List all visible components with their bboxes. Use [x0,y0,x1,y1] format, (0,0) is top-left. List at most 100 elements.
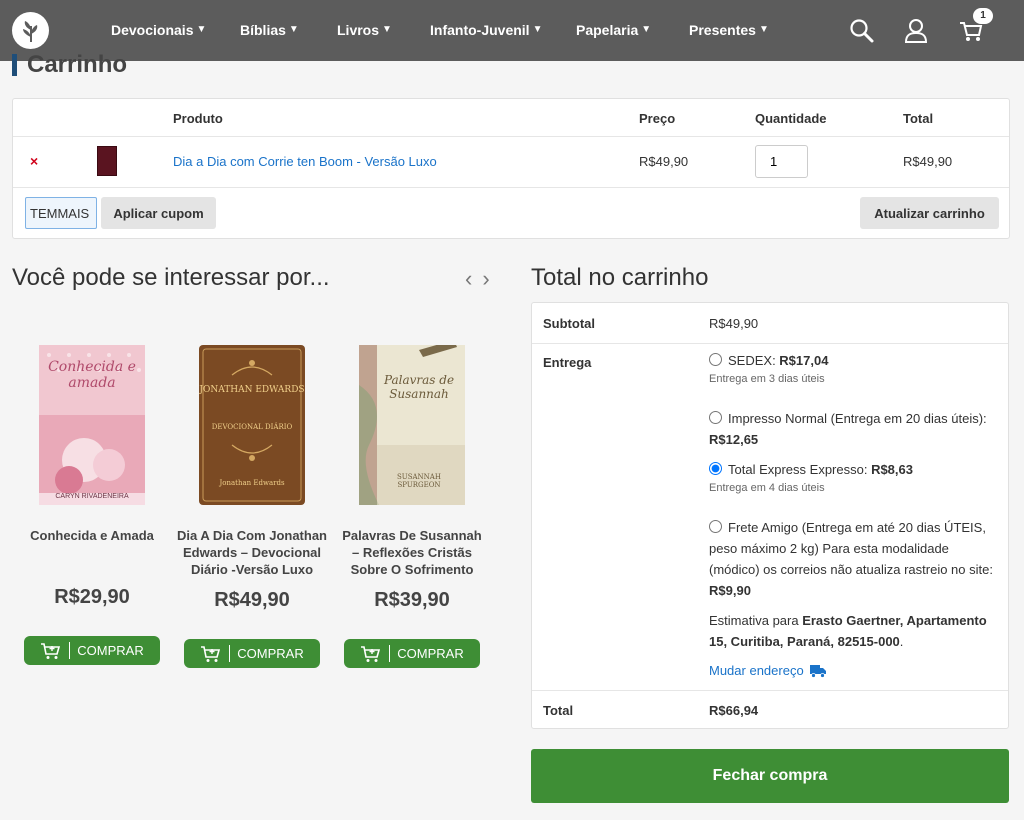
buy-button[interactable]: COMPRAR [344,639,480,668]
recommendation-name[interactable]: Dia A Dia Com Jonathan Edwards – Devocio… [177,527,327,578]
cart-plus-icon [361,645,381,662]
shipping-option-total-express[interactable]: Total Express Expresso: R$8,63 Entrega e… [709,459,999,496]
chevron-down-icon: ▼ [641,23,652,35]
book-cover-title: JONATHAN EDWARDS [199,385,305,395]
recommendation-card: Palavras de Susannah SUSANNAH SPURGEON P… [337,345,487,675]
row-divider [532,690,1008,691]
col-quantity: Quantidade [755,111,827,126]
nav-livros[interactable]: Livros ▼ [337,22,392,38]
buy-button-label: COMPRAR [397,646,464,661]
quantity-input[interactable] [755,145,808,178]
truck-icon [809,664,826,678]
shipping-option-price: R$12,65 [709,432,759,447]
cart-table-header: Produto Preço Quantidade Total [13,99,1009,137]
update-cart-button[interactable]: Atualizar carrinho [860,197,999,229]
product-thumbnail[interactable] [97,146,117,176]
cart-totals-box: Subtotal R$49,90 Entrega SEDEX: R$17,04 … [531,302,1009,729]
shipping-estimate: Estimativa para Erasto Gaertner, Apartam… [709,610,999,652]
book-cover-author: Jonathan Edwards [219,479,285,487]
recommendation-name[interactable]: Palavras De Susannah – Reflexões Cristãs… [337,527,487,578]
shipping-radio-impresso-normal[interactable] [709,411,722,424]
nav-biblias[interactable]: Bíblias ▼ [240,22,299,38]
total-label: Total [543,703,574,718]
page-title: Carrinho [12,50,127,80]
top-navigation-bar: Devocionais ▼ Bíblias ▼ Livros ▼ Infanto-Ju… [0,0,1024,61]
recommendation-price: R$29,90 [54,586,130,608]
book-cover-image[interactable]: Conhecida e amada CARYN RIVADENEIRA [39,345,145,505]
book-cover-subtitle: DEVOCIONAL DIÁRIO [211,423,293,431]
shipping-label: Entrega [543,355,592,370]
nav-label: Livros [337,22,380,38]
chevron-down-icon: ▼ [288,23,299,35]
shipping-option-text: Frete Amigo (Entrega em até 20 dias ÚTEI… [709,520,993,577]
remove-item-button[interactable]: × [30,153,38,169]
chevron-down-icon: ▼ [532,23,543,35]
nav-label: Infanto-Juvenil [430,22,530,38]
shipping-option-text: Total Express Expresso: [728,462,872,477]
carousel-arrows: ‹ › [465,266,490,292]
apply-coupon-button[interactable]: Aplicar cupom [101,197,216,229]
book-cover-image[interactable]: Palavras de Susannah SUSANNAH SPURGEON [359,345,465,505]
item-total: R$49,90 [903,154,953,169]
buy-button[interactable]: COMPRAR [184,639,320,668]
recommendation-card: Conhecida e amada CARYN RIVADENEIRA Conh… [17,345,167,675]
nav-presentes[interactable]: Presentes ▼ [689,22,769,38]
recommendations-title: Você pode se interessar por... [12,264,330,291]
nav-label: Bíblias [240,22,286,38]
book-cover-title: Conhecida e amada [48,359,136,391]
chevron-down-icon: ▼ [196,23,207,35]
col-product: Produto [173,111,223,126]
total-value: R$66,94 [709,703,759,718]
user-icon[interactable] [903,18,929,44]
carousel-next-icon[interactable]: › [482,266,489,292]
book-cover-author: CARYN RIVADENEIRA [55,493,129,500]
change-address-label: Mudar endereço [709,663,804,678]
buy-button-label: COMPRAR [77,643,144,658]
cart-plus-icon [201,645,221,662]
buy-button[interactable]: COMPRAR [24,636,160,665]
cart-totals-title: Total no carrinho [531,264,709,291]
nav-label: Papelaria [576,22,639,38]
nav-papelaria[interactable]: Papelaria ▼ [576,22,651,38]
shipping-option-text: SEDEX: [728,353,780,368]
shipping-option-note: Entrega em 3 dias úteis [709,373,825,385]
buy-button-separator [389,645,391,662]
shipping-option-price: R$17,04 [779,353,829,368]
page-title-text: Carrinho [27,51,128,78]
shipping-option-frete-amigo[interactable]: Frete Amigo (Entrega em até 20 dias ÚTEI… [709,517,999,601]
shipping-option-sedex[interactable]: SEDEX: R$17,04 Entrega em 3 dias úteis [709,350,999,387]
shipping-radio-sedex[interactable] [709,353,722,366]
book-cover-image[interactable]: JONATHAN EDWARDS DEVOCIONAL DIÁRIO Jonat… [199,345,305,505]
shipping-option-price: R$8,63 [871,462,913,477]
book-cover-title: Palavras de Susannah [383,373,455,401]
shipping-radio-frete-amigo[interactable] [709,520,722,533]
cart-plus-icon [41,642,61,659]
subtotal-label: Subtotal [543,316,595,331]
buy-button-separator [69,642,71,659]
chevron-down-icon: ▼ [758,23,769,35]
buy-button-label: COMPRAR [237,646,304,661]
coupon-input[interactable] [25,197,97,229]
chevron-down-icon: ▼ [382,23,392,35]
search-icon[interactable] [849,18,875,44]
cart-item-row: × Dia a Dia com Corrie ten Boom - Versão… [13,137,1009,188]
book-cover-author: SUSANNAH SPURGEON [397,473,441,489]
shipping-option-impresso-normal[interactable]: Impresso Normal (Entrega em 20 dias útei… [709,408,999,450]
recommendation-card: JONATHAN EDWARDS DEVOCIONAL DIÁRIO Jonat… [177,345,327,675]
change-address-link[interactable]: Mudar endereço [709,663,826,678]
col-price: Preço [639,111,676,126]
nav-devocionais[interactable]: Devocionais ▼ [111,22,206,38]
recommendation-name[interactable]: Conhecida e Amada [17,527,167,544]
shipping-option-text: Impresso Normal (Entrega em 20 dias útei… [728,411,987,426]
nav-label: Devocionais [111,22,194,38]
shipping-radio-total-express[interactable] [709,462,722,475]
estimate-suffix: . [899,634,904,649]
recommendation-price: R$39,90 [374,589,450,611]
product-name-link[interactable]: Dia a Dia com Corrie ten Boom - Versão L… [173,154,437,169]
carousel-prev-icon[interactable]: ‹ [465,266,472,292]
nav-infanto-juvenil[interactable]: Infanto-Juvenil ▼ [430,22,542,38]
checkout-button[interactable]: Fechar compra [531,749,1009,803]
item-price: R$49,90 [639,154,689,169]
row-divider [532,343,1008,344]
cart-count-badge: 1 [973,8,993,24]
